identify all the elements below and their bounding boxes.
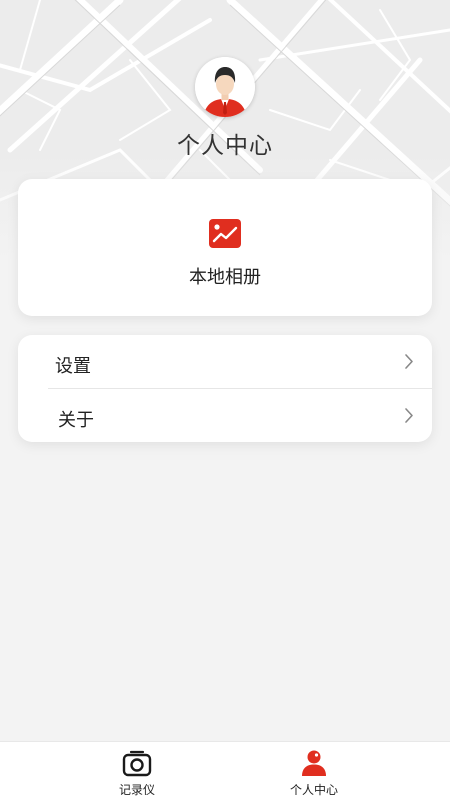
tab-recorder-label: 记录仪 bbox=[118, 783, 155, 797]
tab-personal-center-label: 个人中心 bbox=[289, 783, 338, 797]
settings-menu-item[interactable]: 设置 bbox=[18, 335, 432, 388]
person-icon bbox=[302, 750, 326, 776]
avatar[interactable] bbox=[195, 57, 255, 117]
chevron-right-icon bbox=[405, 408, 413, 423]
camera-icon bbox=[122, 750, 152, 777]
page-title: 个人中心 bbox=[177, 133, 273, 159]
tab-personal-center[interactable]: 个人中心 bbox=[254, 742, 374, 800]
about-menu-item[interactable]: 关于 bbox=[18, 389, 432, 442]
chevron-right-icon bbox=[405, 354, 413, 369]
local-album-card[interactable]: 本地相册 bbox=[18, 179, 432, 316]
local-album-label: 本地相册 bbox=[189, 267, 261, 288]
tab-recorder[interactable]: 记录仪 bbox=[77, 742, 197, 800]
photo-album-icon bbox=[209, 219, 241, 248]
bottom-tab-bar: 记录仪 个人中心 bbox=[0, 741, 450, 800]
settings-label: 设置 bbox=[55, 356, 91, 377]
about-label: 关于 bbox=[58, 410, 94, 431]
user-avatar-icon bbox=[195, 57, 255, 117]
menu-card: 设置 关于 bbox=[18, 335, 432, 442]
